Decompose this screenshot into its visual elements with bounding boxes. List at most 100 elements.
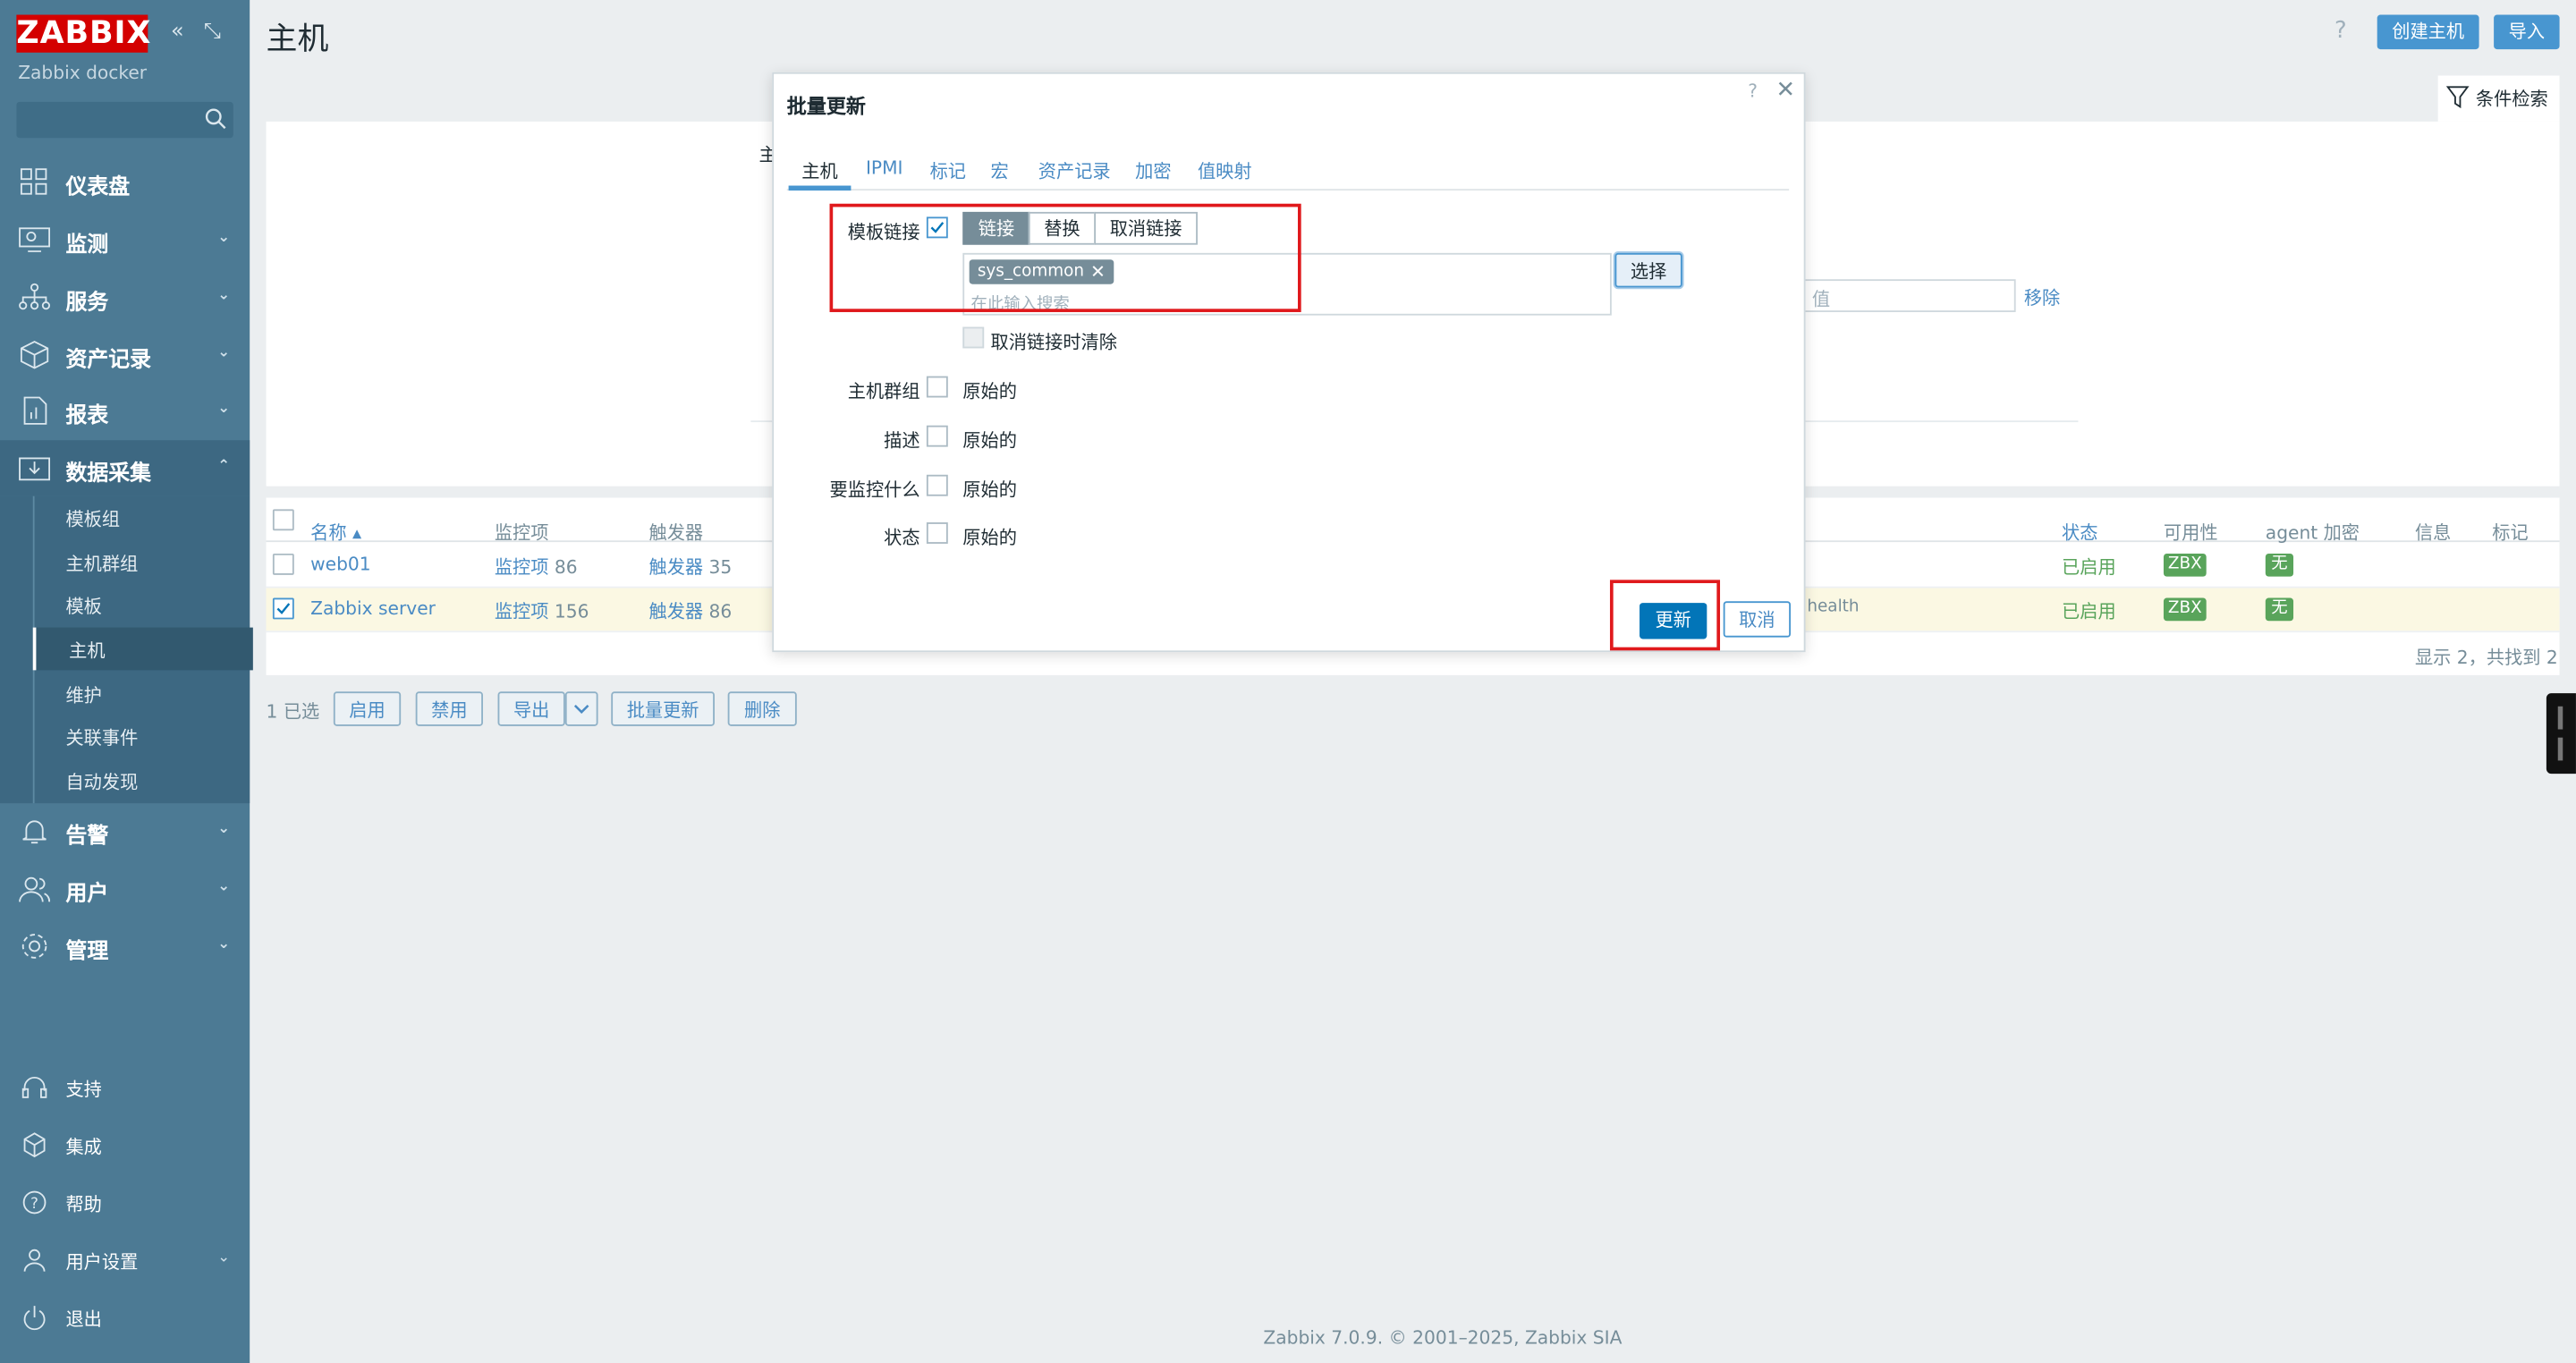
host-groups-checkbox[interactable] [926, 376, 948, 398]
nav-inventory[interactable]: 资产记录 ⌄ [0, 327, 250, 383]
user-settings-icon [23, 1249, 46, 1272]
tab-encryption[interactable]: 加密 [1135, 157, 1171, 183]
description-checkbox[interactable] [926, 425, 948, 447]
row-checkbox[interactable] [272, 597, 294, 620]
delete-button[interactable]: 删除 [727, 691, 797, 726]
nav-label: 服务 [65, 291, 109, 316]
import-button[interactable]: 导入 [2494, 14, 2560, 50]
mass-update-dialog: 批量更新 ? ✕ 主机 IPMI 标记 宏 资产记录 加密 值映射 模板链接 链… [772, 72, 1806, 653]
sub-label: 主机 [69, 640, 106, 663]
tab-host[interactable]: 主机 [801, 157, 837, 183]
status-checkbox[interactable] [926, 522, 948, 544]
select-all-checkbox[interactable] [272, 509, 294, 531]
nav-dashboard[interactable]: 仪表盘 [0, 155, 250, 210]
tab-inventory[interactable]: 资产记录 [1038, 157, 1111, 183]
tab-value-mapping[interactable]: 值映射 [1198, 157, 1252, 183]
nav-users[interactable]: 用户 ⌄ [0, 860, 250, 916]
sub-label: 关联事件 [65, 727, 139, 749]
row-checkbox[interactable] [272, 553, 294, 575]
availability-badge: ZBX [2163, 553, 2207, 577]
encryption-badge: 无 [2265, 553, 2294, 577]
nav-label: 数据采集 [65, 461, 152, 487]
search-icon[interactable] [204, 106, 227, 130]
remove-tag-link[interactable]: 移除 [2024, 284, 2060, 310]
export-button[interactable]: 导出 [497, 691, 565, 726]
dialog-title: 批量更新 [786, 95, 866, 119]
nav-support[interactable]: 支持 [0, 1062, 250, 1112]
sidebar-item-template-groups[interactable]: 模板组 [33, 496, 250, 539]
sidebar-item-hosts[interactable]: 主机 [32, 627, 253, 671]
sidebar-item-host-groups[interactable]: 主机群组 [33, 540, 250, 583]
sidebar-item-templates[interactable]: 模板 [33, 583, 250, 626]
host-name-link[interactable]: web01 [310, 554, 370, 575]
triggers-link[interactable]: 触发器 86 [648, 598, 732, 624]
highlight-update-button [1609, 580, 1721, 651]
items-link[interactable]: 监控项 86 [495, 554, 578, 580]
sidebar-item-maintenance[interactable]: 维护 [33, 672, 250, 715]
nav-services[interactable]: 服务 ⌄ [0, 269, 250, 325]
nav-label: 退出 [65, 1308, 102, 1331]
chevron-down-icon: ⌄ [217, 1249, 231, 1267]
nav-user-settings[interactable]: 用户设置 ⌄ [0, 1235, 250, 1284]
nav-label: 报表 [65, 403, 109, 429]
export-dropdown-button[interactable] [564, 691, 598, 726]
sub-label: 模板 [65, 596, 102, 618]
gear-icon [21, 934, 47, 959]
side-panel-handle[interactable] [2546, 693, 2576, 775]
triggers-label: 触发器 [648, 556, 704, 579]
triggers-link[interactable]: 触发器 35 [648, 554, 732, 580]
nav-help[interactable]: ? 帮助 [0, 1178, 250, 1227]
checkmark-icon [276, 603, 291, 614]
headset-icon [21, 1077, 47, 1098]
cancel-button[interactable]: 取消 [1723, 601, 1792, 638]
help-icon[interactable]: ? [2334, 18, 2347, 44]
sidebar-search-input[interactable] [16, 101, 233, 139]
close-icon[interactable]: ✕ [1775, 77, 1795, 103]
disable-button[interactable]: 禁用 [415, 691, 483, 726]
nav-label: 资产记录 [65, 348, 152, 373]
items-link[interactable]: 监控项 156 [495, 598, 589, 624]
filter-toggle-tab[interactable]: 条件检索 [2437, 75, 2560, 122]
handle-grip [2557, 706, 2563, 730]
nav-data-collection[interactable]: 数据采集 ⌃ [0, 440, 250, 496]
nav-administration[interactable]: 管理 ⌄ [0, 919, 250, 974]
status-link[interactable]: 已启用 [2062, 598, 2116, 624]
select-button[interactable]: 选择 [1614, 252, 1682, 288]
mass-update-button[interactable]: 批量更新 [611, 691, 715, 726]
nav-integrations[interactable]: 集成 [0, 1121, 250, 1170]
items-count: 86 [554, 556, 578, 579]
description-label: 描述 [884, 430, 920, 453]
dialog-help-icon[interactable]: ? [1748, 80, 1758, 102]
tag-value-input[interactable]: 值 [1801, 279, 2016, 312]
items-label: 监控项 [494, 556, 549, 579]
host-name-link[interactable]: Zabbix server [310, 598, 436, 620]
nav-alerts[interactable]: 告警 ⌄ [0, 803, 250, 859]
tab-macros[interactable]: 宏 [991, 157, 1009, 183]
filter-icon [2445, 86, 2470, 109]
enable-button[interactable]: 启用 [333, 691, 402, 726]
create-host-button[interactable]: 创建主机 [2377, 14, 2479, 50]
sub-label: 自动发现 [65, 772, 139, 794]
collapse-sidebar-icon[interactable]: « [171, 21, 184, 45]
kiosk-mode-icon[interactable]: ⤡ [204, 21, 221, 45]
highlight-template-link [829, 203, 1301, 312]
active-tab-indicator [788, 185, 852, 191]
clear-on-unlink-label: 取消链接时清除 [990, 332, 1117, 353]
status-link[interactable]: 已启用 [2062, 554, 2116, 580]
selected-count: 1 已选 [266, 701, 320, 724]
tab-tags[interactable]: 标记 [930, 157, 966, 183]
monitored-by-checkbox[interactable] [926, 474, 948, 496]
status-label: 状态 [884, 527, 920, 549]
nav-reports[interactable]: 报表 ⌄ [0, 383, 250, 438]
chevron-up-icon: ⌃ [217, 458, 231, 475]
clear-on-unlink-checkbox[interactable] [962, 326, 985, 349]
sidebar-item-discovery[interactable]: 自动发现 [33, 759, 250, 802]
nav-monitoring[interactable]: 监测 ⌄ [0, 212, 250, 267]
nav-label: 帮助 [65, 1194, 102, 1216]
nav-sign-out[interactable]: 退出 [0, 1292, 250, 1342]
sidebar-item-event-correlation[interactable]: 关联事件 [33, 715, 250, 758]
tab-ipmi[interactable]: IPMI [866, 157, 903, 179]
nav-label: 集成 [65, 1136, 102, 1158]
chevron-down-icon: ⌄ [217, 935, 231, 953]
zabbix-logo[interactable]: ZABBIX [16, 14, 150, 53]
